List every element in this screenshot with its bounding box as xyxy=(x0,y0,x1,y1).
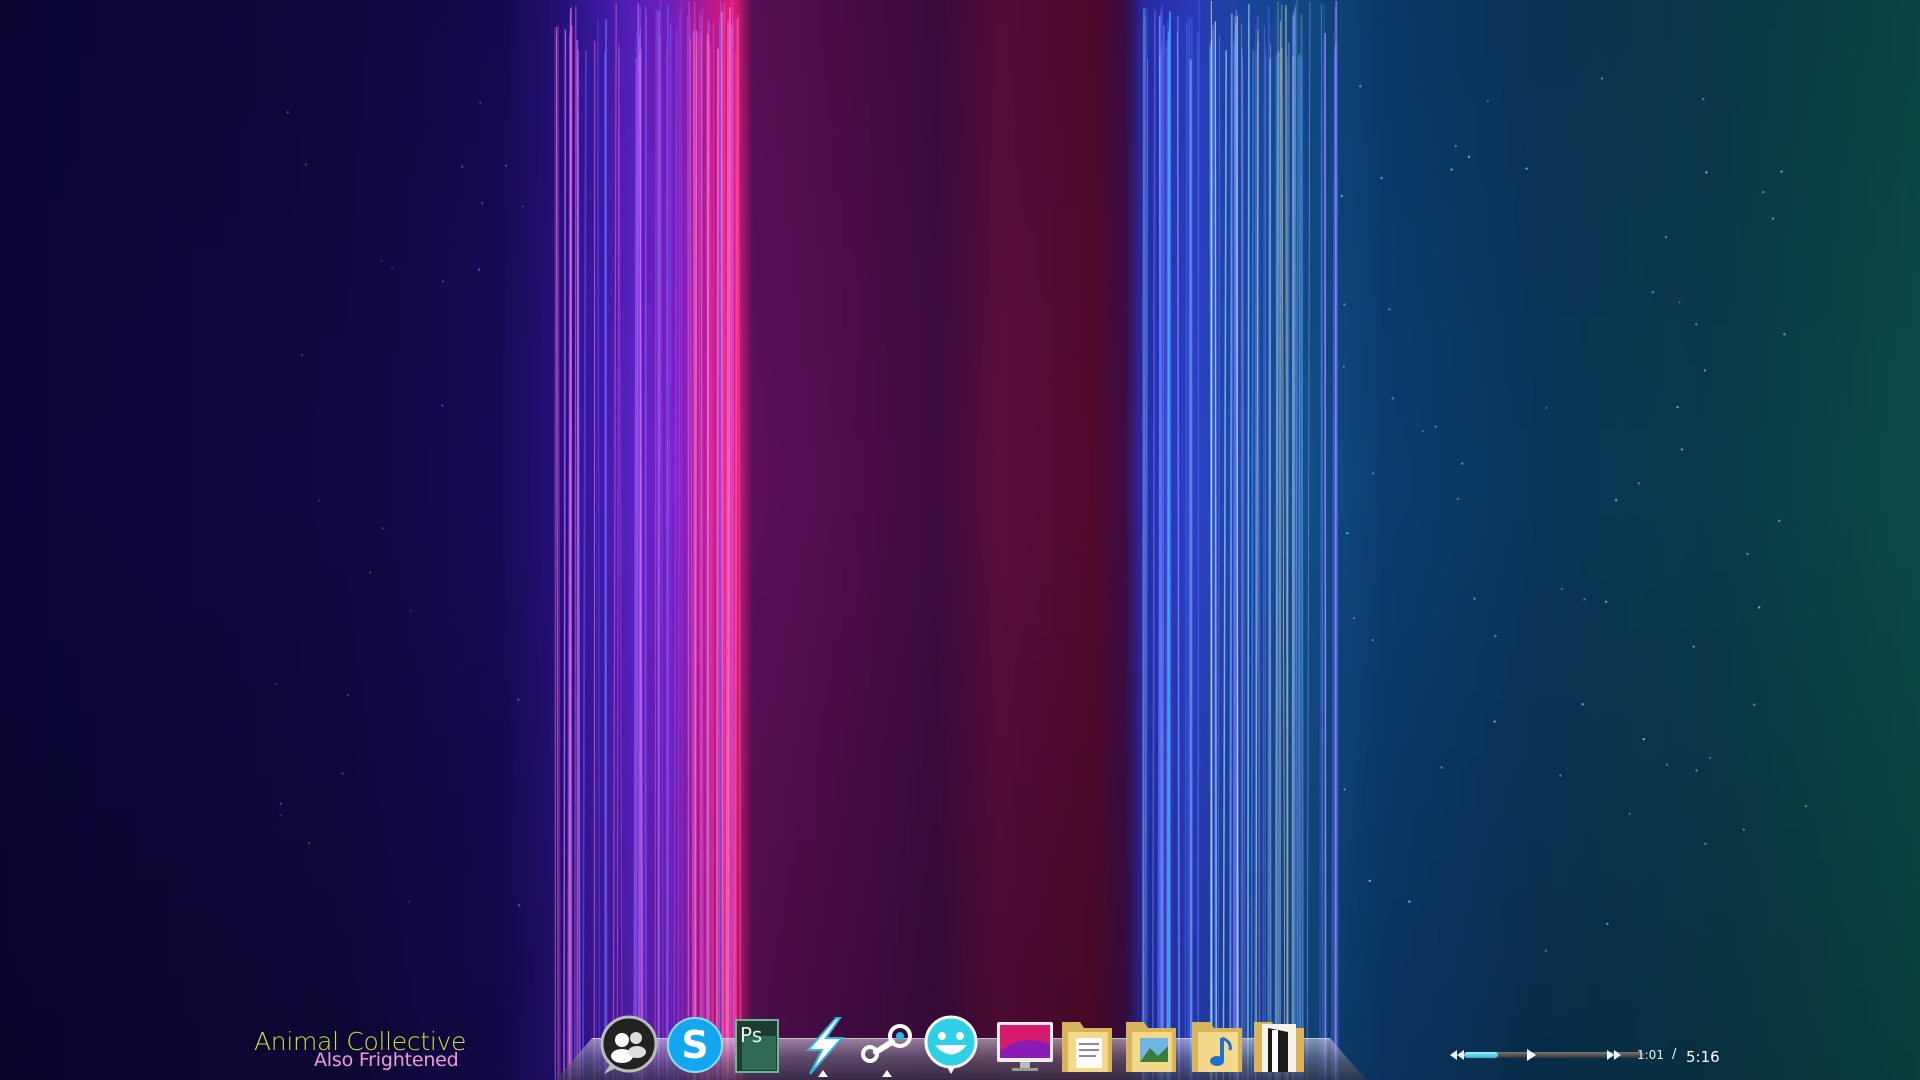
media-player: 1:01 / 5:16 xyxy=(1448,1040,1728,1070)
now-playing-track: Also Frightened xyxy=(314,1049,459,1071)
monitor-icon[interactable] xyxy=(994,1014,1056,1076)
svg-text:S: S xyxy=(681,1023,708,1067)
desktop: Animal Collective Also Frightened S Ps 1… xyxy=(0,0,1920,1080)
fast-forward-icon xyxy=(1607,1050,1621,1060)
fast-forward-button[interactable] xyxy=(1605,1046,1623,1064)
dock: S Ps xyxy=(556,1010,1366,1080)
pictures-folder-icon[interactable] xyxy=(1120,1014,1182,1076)
wallpaper-shade xyxy=(0,0,1920,1080)
seek-bar-fill xyxy=(1464,1052,1499,1058)
svg-text:Ps: Ps xyxy=(740,1023,762,1047)
wallpaper-light-streaks xyxy=(275,0,1808,1080)
play-icon xyxy=(1527,1049,1536,1061)
skype-icon[interactable]: S xyxy=(664,1014,726,1076)
music-folder-icon[interactable] xyxy=(1186,1014,1248,1076)
steam-running-indicator xyxy=(882,1070,892,1077)
documents-folder-icon[interactable] xyxy=(1056,1014,1118,1076)
contacts-messenger-icon[interactable] xyxy=(598,1014,660,1076)
time-total: 5:16 xyxy=(1686,1048,1720,1066)
time-elapsed: 1:01 xyxy=(1637,1048,1664,1062)
exit-door-icon[interactable] xyxy=(1248,1014,1310,1076)
winamp-running-indicator xyxy=(818,1070,828,1077)
winamp-bolt-icon[interactable] xyxy=(792,1014,854,1076)
steam-icon[interactable] xyxy=(856,1014,918,1076)
photoshop-icon[interactable]: Ps xyxy=(726,1014,788,1076)
play-button[interactable] xyxy=(1522,1046,1540,1064)
time-separator: / xyxy=(1672,1047,1677,1062)
smiley-chat-icon[interactable] xyxy=(920,1014,982,1076)
